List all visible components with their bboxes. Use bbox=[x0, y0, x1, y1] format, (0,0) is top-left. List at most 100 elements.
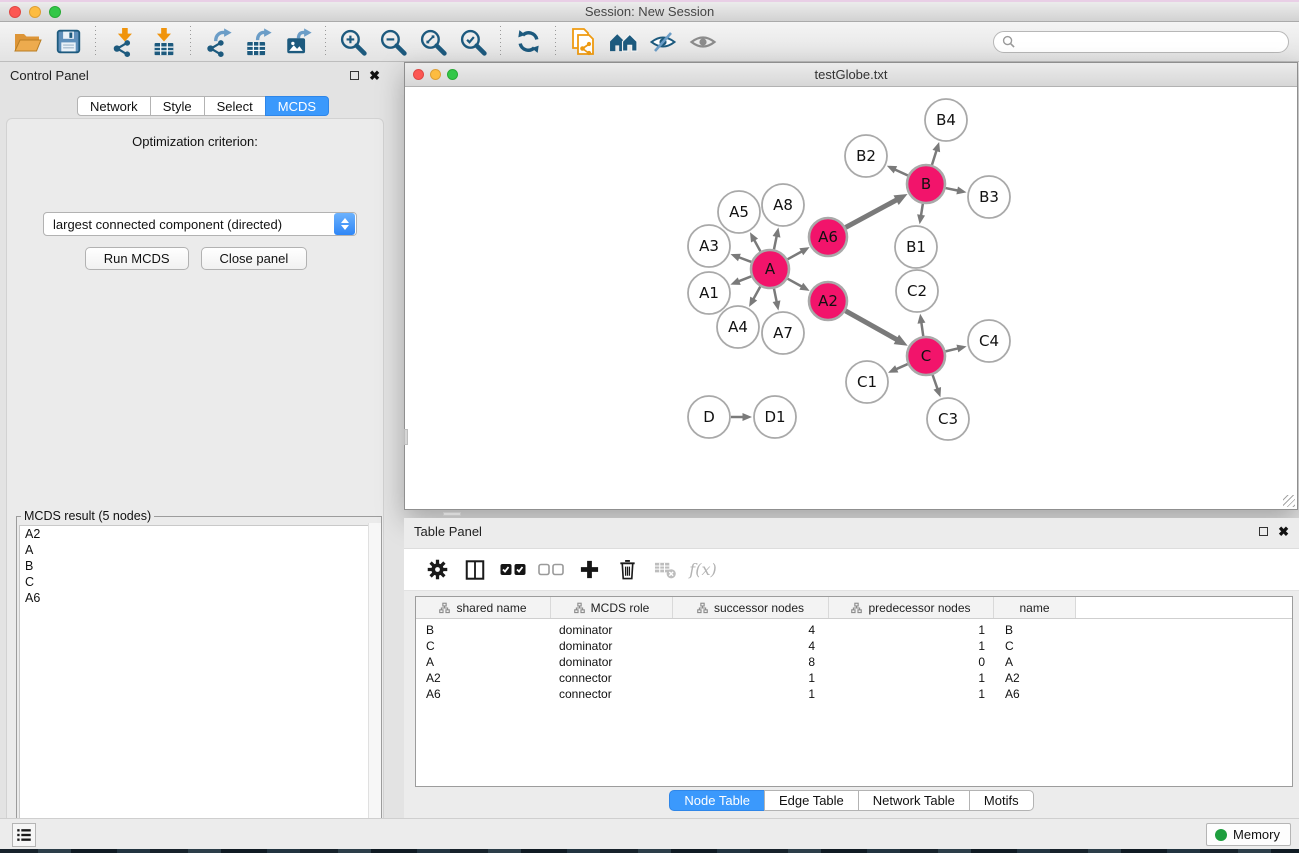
delete-column-button[interactable] bbox=[610, 553, 644, 587]
edge-A-A1[interactable] bbox=[738, 276, 751, 281]
network-canvas[interactable]: B4B2BB3A8A5A6A3B1AA1C2A2A4A7C4CC1C3DD1 bbox=[405, 87, 1297, 509]
canvas-left-nub[interactable] bbox=[404, 429, 408, 445]
network-zoom-button[interactable] bbox=[447, 69, 458, 80]
tab-select[interactable]: Select bbox=[204, 96, 266, 116]
float-table-panel-button[interactable] bbox=[1259, 527, 1268, 536]
float-panel-button[interactable] bbox=[350, 71, 359, 80]
network-view-window: testGlobe.txt B4B2BB3A8A5A6A3B1AA1C2A2A4… bbox=[404, 62, 1298, 510]
result-item-b[interactable]: B bbox=[20, 558, 378, 574]
tab-network[interactable]: Network bbox=[77, 96, 151, 116]
export-table-button[interactable] bbox=[238, 24, 278, 60]
deselect-all-button[interactable] bbox=[534, 553, 568, 587]
zoom-selected-button[interactable] bbox=[453, 24, 493, 60]
column-header-successor-nodes[interactable]: successor nodes bbox=[673, 597, 829, 618]
edge-A-A4[interactable] bbox=[753, 287, 760, 300]
select-all-button[interactable] bbox=[496, 553, 530, 587]
zoom-in-button[interactable] bbox=[333, 24, 373, 60]
edge-B-B2[interactable] bbox=[895, 169, 908, 175]
node-label-A6: A6 bbox=[818, 228, 838, 246]
node-table: shared nameMCDS rolesuccessor nodesprede… bbox=[415, 596, 1293, 787]
hide-selected-button[interactable] bbox=[643, 24, 683, 60]
edge-A6-B[interactable] bbox=[846, 200, 897, 228]
run-mcds-button[interactable]: Run MCDS bbox=[85, 247, 189, 270]
table-settings-button[interactable] bbox=[420, 553, 454, 587]
optimization-criterion-select[interactable]: largest connected component (directed) bbox=[43, 212, 357, 236]
houses-icon bbox=[608, 29, 639, 54]
search-field[interactable] bbox=[993, 31, 1289, 53]
zoom-window-button[interactable] bbox=[49, 6, 61, 18]
export-image-button[interactable] bbox=[278, 24, 318, 60]
edge-C-C3[interactable] bbox=[933, 375, 938, 389]
close-window-button[interactable] bbox=[9, 6, 21, 18]
clone-network-icon bbox=[569, 27, 597, 57]
cell-predecessor_nodes: 1 bbox=[829, 686, 994, 702]
close-table-panel-button[interactable]: ✖ bbox=[1278, 525, 1289, 538]
edge-B-B4[interactable] bbox=[932, 150, 937, 165]
minimize-window-button[interactable] bbox=[29, 6, 41, 18]
import-table-button[interactable] bbox=[143, 24, 183, 60]
result-item-a[interactable]: A bbox=[20, 542, 378, 558]
table-row-b[interactable]: Bdominator41B bbox=[416, 622, 1292, 638]
clone-network-button[interactable] bbox=[563, 24, 603, 60]
delete-table-button bbox=[648, 553, 682, 587]
edge-B-B3[interactable] bbox=[946, 188, 959, 191]
node-label-D: D bbox=[703, 408, 715, 426]
add-column-button[interactable] bbox=[572, 553, 606, 587]
edge-arrowhead bbox=[956, 187, 966, 195]
table-row-c[interactable]: Cdominator41C bbox=[416, 638, 1292, 654]
edge-C-C2[interactable] bbox=[921, 322, 923, 336]
table-tab-node-table[interactable]: Node Table bbox=[669, 790, 765, 811]
edge-arrowhead bbox=[932, 142, 940, 152]
table-row-a[interactable]: Adominator80A bbox=[416, 654, 1292, 670]
table-row-a6[interactable]: A6connector11A6 bbox=[416, 686, 1292, 702]
result-item-a2[interactable]: A2 bbox=[20, 526, 378, 542]
cell-filler bbox=[1076, 686, 1292, 702]
edge-A-A2[interactable] bbox=[788, 279, 803, 287]
close-panel-button[interactable]: ✖ bbox=[369, 69, 380, 82]
result-item-c[interactable]: C bbox=[20, 574, 378, 590]
close-mcds-panel-button[interactable]: Close panel bbox=[201, 247, 308, 270]
network-minimize-button[interactable] bbox=[430, 69, 441, 80]
column-header-mcds-role[interactable]: MCDS role bbox=[551, 597, 673, 618]
table-tab-edge-table[interactable]: Edge Table bbox=[764, 790, 859, 811]
edge-C-C4[interactable] bbox=[945, 348, 958, 351]
export-network-button[interactable] bbox=[198, 24, 238, 60]
edge-A-A6[interactable] bbox=[788, 251, 803, 259]
edge-A-A5[interactable] bbox=[754, 240, 760, 252]
cell-successor_nodes: 4 bbox=[673, 622, 829, 638]
import-network-button[interactable] bbox=[103, 24, 143, 60]
edge-A-A3[interactable] bbox=[738, 257, 751, 262]
edge-A-A7[interactable] bbox=[774, 289, 777, 303]
cell-shared_name: A6 bbox=[416, 686, 551, 702]
edge-C-C1[interactable] bbox=[896, 364, 908, 369]
tab-style[interactable]: Style bbox=[150, 96, 205, 116]
horizontal-splitter-grip[interactable] bbox=[443, 512, 461, 516]
edge-B-B1[interactable] bbox=[921, 204, 923, 216]
column-header-name[interactable]: name bbox=[994, 597, 1076, 618]
refresh-view-button[interactable] bbox=[508, 24, 548, 60]
table-toolbar: f(x) bbox=[404, 548, 1299, 591]
memory-button[interactable]: Memory bbox=[1206, 823, 1291, 846]
node-label-A2: A2 bbox=[818, 292, 838, 310]
save-session-button[interactable] bbox=[48, 24, 88, 60]
result-item-a6[interactable]: A6 bbox=[20, 590, 378, 606]
network-close-button[interactable] bbox=[413, 69, 424, 80]
window-resize-grip[interactable] bbox=[1283, 495, 1295, 507]
task-history-button[interactable] bbox=[12, 823, 36, 847]
edge-A2-C[interactable] bbox=[845, 311, 897, 340]
zoom-out-button[interactable] bbox=[373, 24, 413, 60]
column-header-predecessor-nodes[interactable]: predecessor nodes bbox=[829, 597, 994, 618]
open-session-button[interactable] bbox=[8, 24, 48, 60]
result-list-scrollbar[interactable] bbox=[368, 523, 381, 841]
column-header-shared-name[interactable]: shared name bbox=[416, 597, 551, 618]
show-all-button[interactable] bbox=[683, 24, 723, 60]
table-tab-motifs[interactable]: Motifs bbox=[969, 790, 1034, 811]
table-row-a2[interactable]: A2connector11A2 bbox=[416, 670, 1292, 686]
column-layout-button[interactable] bbox=[458, 553, 492, 587]
tab-mcds[interactable]: MCDS bbox=[265, 96, 329, 116]
edge-A-A8[interactable] bbox=[774, 236, 777, 250]
table-tab-network-table[interactable]: Network Table bbox=[858, 790, 970, 811]
search-input[interactable] bbox=[1020, 35, 1280, 49]
zoom-fit-button[interactable] bbox=[413, 24, 453, 60]
first-neighbors-button[interactable] bbox=[603, 24, 643, 60]
